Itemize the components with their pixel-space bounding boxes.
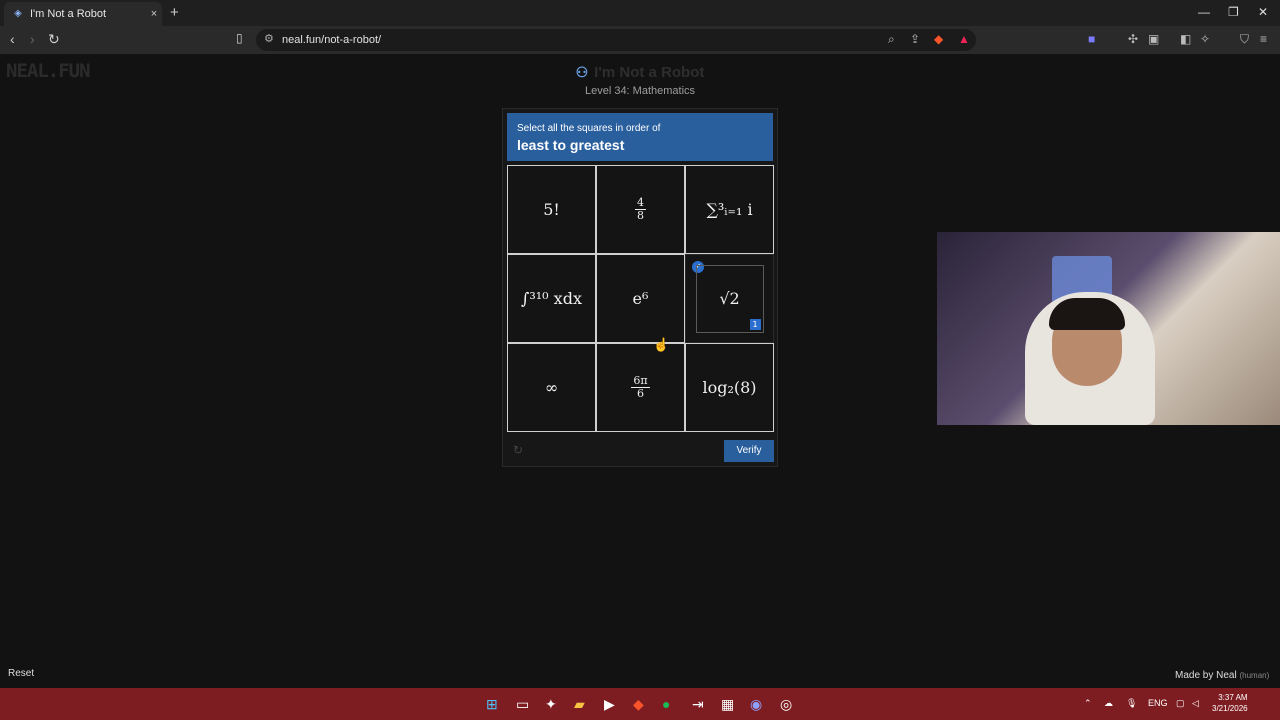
- spotify-icon[interactable]: ●: [662, 696, 670, 712]
- made-by-credit[interactable]: Made by Neal (human): [1175, 670, 1269, 681]
- url-text[interactable]: neal.fun/not-a-robot/: [282, 34, 381, 46]
- leo-icon[interactable]: ✧: [1200, 32, 1210, 46]
- media-icon[interactable]: ▶: [604, 696, 615, 713]
- new-tab-button[interactable]: +: [170, 4, 179, 21]
- instruction-text: Select all the squares in order of: [517, 123, 661, 134]
- order-badge: 1: [749, 318, 761, 330]
- task-view-icon[interactable]: ▭: [516, 696, 529, 713]
- brave-shields-icon[interactable]: ◆: [934, 32, 943, 46]
- back-icon[interactable]: ‹: [10, 31, 15, 47]
- instruction-banner: Select all the squares in order of least…: [507, 113, 773, 161]
- webcam-overlay: [937, 232, 1280, 425]
- browser-titlebar: ◈ I'm Not a Robot × + — ❐ ✕: [0, 0, 1280, 26]
- fraction: 6π 6: [631, 374, 650, 400]
- obs-icon[interactable]: ◎: [780, 696, 792, 713]
- tray-chevron-icon[interactable]: ⌃: [1084, 698, 1092, 709]
- browser-toolbar: ‹ › ↻ ▯ ⚙ neal.fun/not-a-robot/ ⌕ ⇪ ◆ ▲ …: [0, 26, 1280, 54]
- selected-tile-inner: √2 1: [695, 264, 764, 333]
- captcha-tile-1[interactable]: 5!: [507, 165, 596, 254]
- menu-icon[interactable]: ≡: [1260, 32, 1267, 46]
- captcha-tile-7[interactable]: ∞: [507, 343, 596, 432]
- captcha-tile-6[interactable]: ✓ √2 1: [685, 254, 774, 343]
- brave-rewards-icon[interactable]: ▲: [958, 32, 970, 46]
- tab-close-icon[interactable]: ×: [146, 8, 162, 20]
- network-icon[interactable]: ▢: [1176, 698, 1185, 709]
- captcha-tile-5[interactable]: e⁶: [596, 254, 685, 343]
- zoom-icon[interactable]: ⌕: [888, 32, 895, 47]
- refresh-icon[interactable]: ↻: [513, 443, 523, 457]
- microphone-icon[interactable]: 🎙: [1126, 698, 1137, 709]
- discord-icon[interactable]: ◉: [750, 696, 762, 713]
- app-icon[interactable]: ⇥: [692, 696, 704, 713]
- captcha-tile-2[interactable]: 4 8: [596, 165, 685, 254]
- volume-icon[interactable]: ◁: [1192, 698, 1199, 709]
- reload-icon[interactable]: ↻: [48, 31, 60, 48]
- captcha-tile-3[interactable]: ∑³ᵢ₌₁ i: [685, 165, 774, 254]
- verify-button[interactable]: Verify: [724, 440, 774, 462]
- puzzle-icon[interactable]: ✣: [1128, 32, 1138, 46]
- bookmark-icon[interactable]: ▯: [236, 31, 243, 45]
- browser-tab[interactable]: ◈ I'm Not a Robot ×: [4, 2, 162, 26]
- brave-icon[interactable]: ◆: [633, 696, 644, 713]
- wallet-icon[interactable]: ▣: [1148, 32, 1159, 46]
- maximize-button[interactable]: ❐: [1228, 5, 1239, 19]
- tab-title: I'm Not a Robot: [30, 8, 107, 20]
- robot-icon: ⚇: [575, 64, 589, 80]
- language-indicator[interactable]: ENG: [1148, 698, 1168, 708]
- file-explorer-icon[interactable]: ▰: [574, 696, 585, 713]
- minimize-button[interactable]: —: [1198, 5, 1210, 19]
- captcha-grid: 5! 4 8 ∑³ᵢ₌₁ i ∫³¹⁰ xdx e⁶ ✓ √2 1 ∞ 6π 6…: [507, 165, 774, 432]
- site-settings-icon[interactable]: ⚙: [264, 32, 274, 45]
- captcha-panel: Select all the squares in order of least…: [502, 108, 778, 467]
- share-icon[interactable]: ⇪: [910, 32, 920, 46]
- sidebar-icon[interactable]: ◧: [1180, 32, 1191, 46]
- robot-icon: ◈: [14, 8, 22, 19]
- page-title: ⚇ I'm Not a Robot: [576, 64, 705, 81]
- instruction-emphasis: least to greatest: [517, 137, 625, 153]
- vpn-icon[interactable]: ⛉: [1240, 32, 1249, 47]
- mouse-pointer-icon: ☝: [653, 337, 670, 352]
- level-label: Level 34: Mathematics: [584, 85, 696, 97]
- page-heading: ⚇ I'm Not a Robot Level 34: Mathematics: [0, 64, 1280, 97]
- reset-button[interactable]: Reset: [8, 668, 34, 679]
- extension-icon[interactable]: ■: [1088, 32, 1095, 46]
- tray-app-icon[interactable]: ☁: [1104, 698, 1113, 709]
- start-icon[interactable]: ⊞: [486, 696, 498, 713]
- captcha-tile-8[interactable]: 6π 6: [596, 343, 685, 432]
- captcha-tile-4[interactable]: ∫³¹⁰ xdx: [507, 254, 596, 343]
- address-bar[interactable]: ⚙ neal.fun/not-a-robot/ ⌕ ⇪ ◆ ▲: [256, 29, 976, 51]
- captcha-tile-9[interactable]: log₂(8): [685, 343, 774, 432]
- copilot-icon[interactable]: ✦: [545, 696, 557, 713]
- forward-icon[interactable]: ›: [30, 31, 35, 47]
- app-icon[interactable]: ▦: [721, 696, 734, 713]
- fraction: 4 8: [635, 196, 646, 222]
- clock[interactable]: 3:37 AM 3/21/2026: [1212, 692, 1248, 714]
- page-title-text: I'm Not a Robot: [594, 64, 705, 81]
- close-window-button[interactable]: ✕: [1258, 5, 1268, 19]
- windows-taskbar: ⊞ ▭ ✦ ▰ ▶ ◆ ● ⇥ ▦ ◉ ◎ ⌃ ☁ 🎙 ENG ▢ ◁ 3:37…: [0, 688, 1280, 720]
